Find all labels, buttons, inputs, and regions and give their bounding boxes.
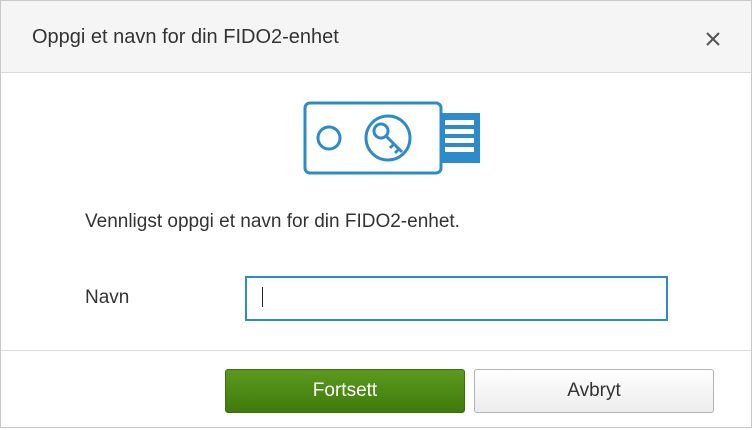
name-field-label: Navn [85, 287, 130, 308]
text-caret [262, 287, 263, 307]
dialog-body: Vennligst oppgi et navn for din FIDO2-en… [1, 73, 751, 350]
dialog-header: Oppgi et navn for din FIDO2-enhet [1, 1, 751, 73]
fido2-name-dialog: Oppgi et navn for din FIDO2-enhet Vennli… [0, 0, 752, 428]
dialog-title: Oppgi et navn for din FIDO2-enhet [32, 26, 339, 48]
dialog-footer: Fortsett Avbryt [1, 350, 751, 427]
name-input[interactable] [245, 276, 668, 321]
dialog-description: Vennligst oppgi et navn for din FIDO2-en… [85, 211, 460, 232]
cancel-button[interactable]: Avbryt [474, 369, 714, 413]
continue-button[interactable]: Fortsett [225, 369, 465, 413]
close-button[interactable] [697, 23, 729, 55]
fido-security-key-icon [303, 101, 480, 175]
close-icon [706, 32, 720, 46]
